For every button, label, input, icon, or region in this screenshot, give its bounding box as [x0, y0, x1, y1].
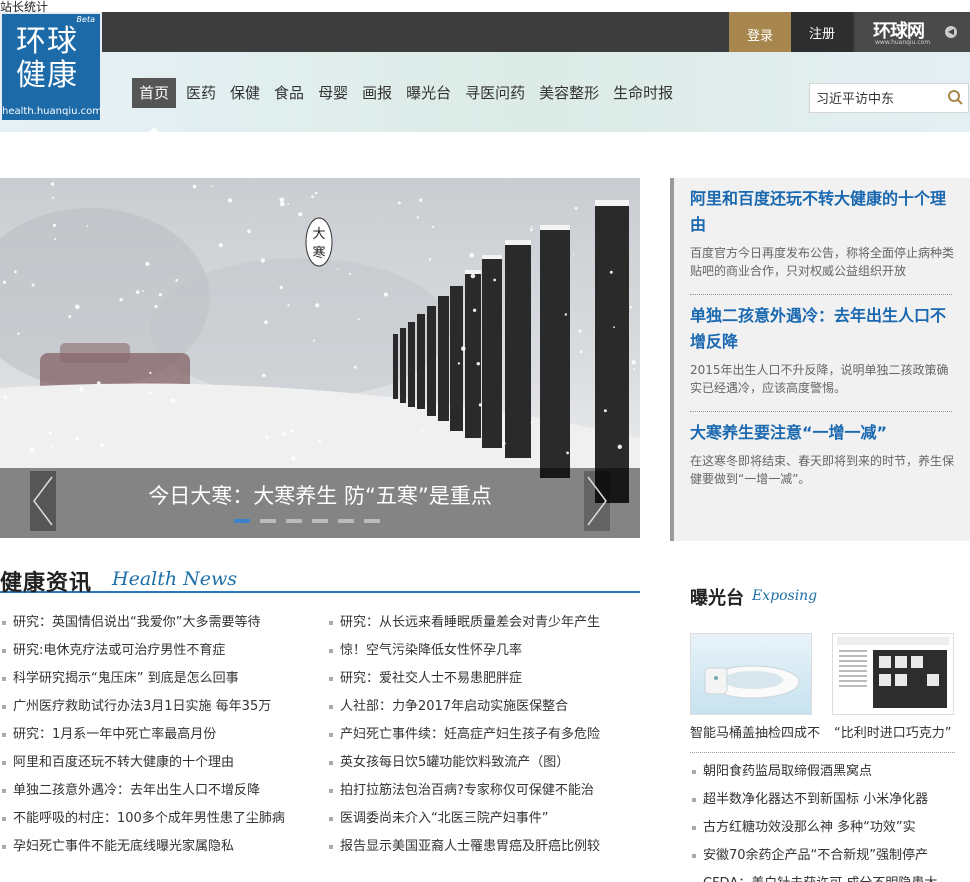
news-link[interactable]: 医调委尚未介入“北医三院产妇事件” — [327, 807, 647, 835]
slider-prev-button[interactable] — [30, 471, 56, 531]
huanqiu-brand-link[interactable]: 环球网 www.huanqiu.com ◀ — [855, 12, 970, 52]
exposing-link[interactable]: 超半数净化器达不到新国标 小米净化器 — [690, 787, 970, 815]
chevron-right-icon — [587, 476, 607, 526]
site-stats-text[interactable]: 站长统计 — [0, 0, 48, 14]
register-button[interactable]: 注册 — [791, 12, 853, 52]
divider — [690, 294, 952, 295]
nav-item[interactable]: 保健 — [226, 78, 264, 108]
news-list-left: 研究：英国情侣说出“我爱你”大多需要等待 研究:电休克疗法或可治疗男性不育症 科学研… — [0, 611, 320, 863]
news-link[interactable]: 惊！空气污染降低女性怀孕几率 — [327, 639, 647, 667]
site-header: 首页 医药 保健 食品 母婴 画报 曝光台 寻医问药 美容整形 生命时报 — [0, 52, 970, 134]
exposing-card-image[interactable] — [832, 633, 954, 715]
chevron-left-icon: ◀ — [945, 26, 957, 38]
nav-item[interactable]: 食品 — [270, 78, 308, 108]
nav-item[interactable]: 画报 — [358, 78, 396, 108]
news-link[interactable]: 人社部：力争2017年启动实施医保整合 — [327, 695, 647, 723]
featured-title[interactable]: 单独二孩意外遇冷：去年出生人口不增反降 — [690, 303, 955, 355]
hero-caption[interactable]: 今日大寒：大寒养生 防“五寒”是重点 — [0, 480, 640, 510]
news-link[interactable]: 单独二孩意外遇冷：去年出生人口不增反降 — [0, 779, 320, 807]
nav-item[interactable]: 医药 — [182, 78, 220, 108]
nav-item[interactable]: 生命时报 — [609, 78, 677, 108]
featured-item[interactable]: 阿里和百度还玩不转大健康的十个理由 百度官方今日再度发布公告，称将全面停止病种类… — [690, 186, 955, 280]
logo-beta: Beta — [76, 15, 95, 24]
health-news-header: 健康资讯 Health News — [0, 563, 640, 596]
slider-dot[interactable] — [338, 519, 354, 523]
exposing-link[interactable]: 朝阳食药监局取缔假酒黑窝点 — [690, 759, 970, 787]
news-link[interactable]: 不能呼吸的村庄：100多个成年男性患了尘肺病 — [0, 807, 320, 835]
section-title: 健康资讯 — [0, 571, 93, 596]
search-box — [809, 83, 969, 113]
hero-slider[interactable]: 大 寒 今日大寒：大寒养生 防“五寒”是重点 — [0, 178, 640, 538]
logo-url: health.huanqiu.com — [2, 106, 102, 117]
divider — [690, 752, 955, 753]
nav-item[interactable]: 首页 — [132, 78, 177, 134]
chevron-left-icon — [33, 476, 53, 526]
news-link[interactable]: 研究：爱社交人士不易患肥胖症 — [327, 667, 647, 695]
nav-item[interactable]: 美容整形 — [535, 78, 603, 108]
hero-badge-char2: 寒 — [312, 245, 325, 261]
exposing-link[interactable]: 安徽70余药企产品“不合新规”强制停产 — [690, 843, 970, 871]
nav-item[interactable]: 母婴 — [314, 78, 352, 108]
nav-item[interactable]: 寻医问药 — [461, 78, 529, 108]
news-link[interactable]: 孕妇死亡事件不能无底线曝光家属隐私 — [0, 835, 320, 863]
slider-dot[interactable] — [234, 519, 250, 523]
news-link[interactable]: 阿里和百度还玩不转大健康的十个理由 — [0, 751, 320, 779]
news-link[interactable]: 研究：从长远来看睡眠质量差会对青少年产生 — [327, 611, 647, 639]
chocolate-news-image — [837, 637, 949, 708]
section-title-en: Exposing — [752, 588, 818, 604]
exposing-list: 朝阳食药监局取缔假酒黑窝点 超半数净化器达不到新国标 小米净化器 古方红糖功效没那么… — [690, 759, 970, 882]
featured-title[interactable]: 大寒养生要注意“一增一减” — [690, 420, 955, 446]
section-title-en: Health News — [112, 568, 238, 590]
featured-item[interactable]: 大寒养生要注意“一增一减” 在这寒冬即将结束、春天即将到来的时节，养生保健要做到… — [690, 420, 955, 488]
section-title: 曝光台 — [690, 588, 744, 609]
brand-url: www.huanqiu.com — [875, 39, 931, 46]
divider — [690, 411, 952, 412]
news-link[interactable]: 英女孩每日饮5罐功能饮料致流产（图） — [327, 751, 647, 779]
nav-item[interactable]: 曝光台 — [402, 78, 455, 108]
search-icon[interactable] — [947, 89, 963, 105]
news-link[interactable]: 拍打拉筋法包治百病?专家称仅可保健不能治 — [327, 779, 647, 807]
featured-title[interactable]: 阿里和百度还玩不转大健康的十个理由 — [690, 186, 955, 238]
news-link[interactable]: 产妇死亡事件续：妊高症产妇生孩子有多危险 — [327, 723, 647, 751]
exposing-card-caption[interactable]: 智能马桶盖抽检四成不 — [690, 722, 820, 741]
exposing-link[interactable]: CFDA：美白针未获许可 成分不明隐患大 — [690, 871, 970, 882]
exposing-header: 曝光台 Exposing — [690, 580, 955, 610]
news-link[interactable]: 报告显示美国亚裔人士罹患胃癌及肝癌比例较 — [327, 835, 647, 863]
slider-dot[interactable] — [286, 519, 302, 523]
slider-dot[interactable] — [312, 519, 328, 523]
exposing-link[interactable]: 古方红糖功效没那么神 多种“功效”实 — [690, 815, 970, 843]
login-button[interactable]: 登录 — [729, 12, 791, 57]
slider-dot[interactable] — [364, 519, 380, 523]
news-list-right: 研究：从长远来看睡眠质量差会对青少年产生 惊！空气污染降低女性怀孕几率 研究：爱社交… — [327, 611, 647, 863]
toilet-seat-image — [704, 665, 800, 699]
featured-item[interactable]: 单独二孩意外遇冷：去年出生人口不增反降 2015年出生人口不升反降，说明单独二孩… — [690, 303, 955, 397]
slider-next-button[interactable] — [584, 471, 610, 531]
logo-text-line1: 环球 — [16, 24, 78, 59]
news-link[interactable]: 研究：英国情侣说出“我爱你”大多需要等待 — [0, 611, 320, 639]
site-logo[interactable]: Beta 环球 健康 health.huanqiu.com — [0, 12, 102, 122]
slider-dots — [234, 519, 390, 523]
hero-badge-char1: 大 — [312, 227, 325, 242]
featured-desc: 2015年出生人口不升反降，说明单独二孩政策确实已经遇冷，应该高度警惕。 — [690, 363, 949, 395]
logo-text-line2: 健康 — [16, 58, 78, 93]
news-link[interactable]: 科学研究揭示“鬼压床” 到底是怎么回事 — [0, 667, 320, 695]
top-bar: 登录 注册 环球网 www.huanqiu.com ◀ — [0, 12, 970, 57]
news-link[interactable]: 研究：1月系一年中死亡率最高月份 — [0, 723, 320, 751]
featured-panel: 阿里和百度还玩不转大健康的十个理由 百度官方今日再度发布公告，称将全面停止病种类… — [670, 178, 970, 541]
exposing-card-caption[interactable]: “比利时进口巧克力” — [834, 722, 951, 741]
featured-desc: 在这寒冬即将结束、春天即将到来的时节，养生保健要做到“一增一减”。 — [690, 454, 955, 486]
news-link[interactable]: 广州医疗救助试行办法3月1日实施 每年35万 — [0, 695, 320, 723]
search-input[interactable] — [816, 90, 936, 105]
featured-desc: 百度官方今日再度发布公告，称将全面停止病种类贴吧的商业合作，只对权威公益组织开放 — [690, 246, 955, 278]
slider-dot[interactable] — [260, 519, 276, 523]
news-link[interactable]: 研究:电休克疗法或可治疗男性不育症 — [0, 639, 320, 667]
exposing-card-image[interactable] — [690, 633, 812, 715]
main-nav: 首页 医药 保健 食品 母婴 画报 曝光台 寻医问药 美容整形 生命时报 — [132, 78, 683, 134]
